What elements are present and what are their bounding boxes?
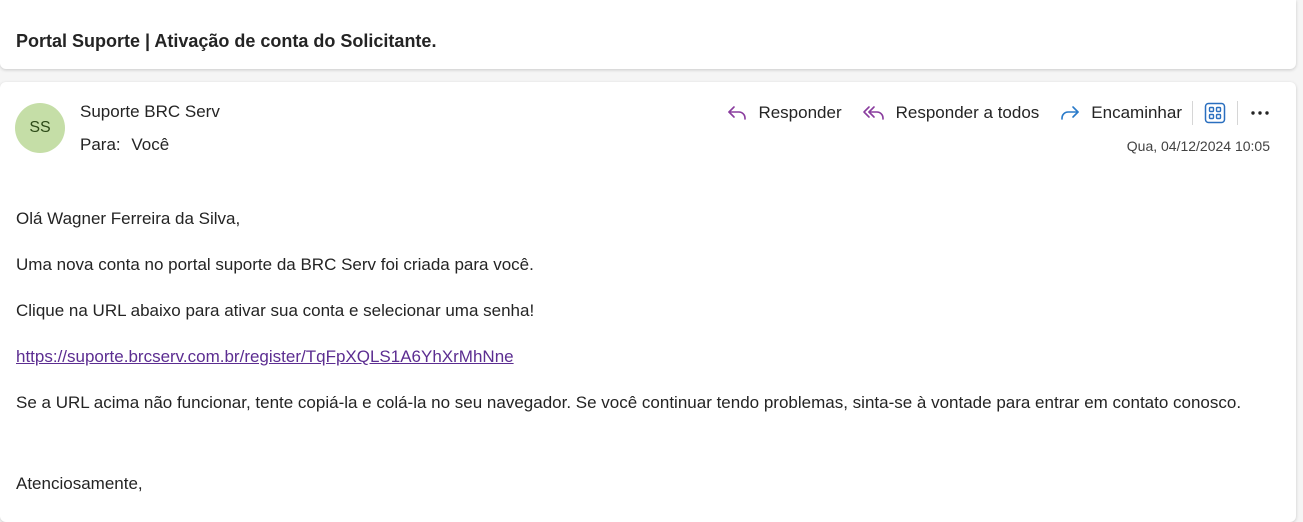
reply-label: Responder <box>758 103 842 122</box>
apps-button[interactable] <box>1203 99 1227 127</box>
body-line-2: Clique na URL abaixo para ativar sua con… <box>16 301 535 320</box>
reply-all-icon <box>862 106 884 120</box>
closing-text: Atenciosamente, <box>16 474 143 493</box>
to-label: Para: <box>80 135 121 154</box>
recipient-name[interactable]: Você <box>131 135 169 154</box>
forward-button[interactable]: Encaminhar <box>1059 103 1182 123</box>
email-subject: Portal Suporte | Ativação de conta do So… <box>16 31 437 51</box>
apps-icon <box>1204 102 1226 124</box>
avatar-initials: SS <box>29 119 51 136</box>
body-line-3: Se a URL acima não funcionar, tente copi… <box>16 393 1242 412</box>
greeting-text: Olá Wagner Ferreira da Silva, <box>16 209 241 228</box>
toolbar-divider-2 <box>1237 101 1238 125</box>
subject-bar: Portal Suporte | Ativação de conta do So… <box>0 0 1296 69</box>
reply-button[interactable]: Responder <box>726 103 842 123</box>
toolbar-divider <box>1192 101 1193 125</box>
reply-all-button[interactable]: Responder a todos <box>862 103 1040 123</box>
avatar[interactable]: SS <box>15 103 65 153</box>
forward-icon <box>1061 106 1080 120</box>
body-line-1: Uma nova conta no portal suporte da BRC … <box>16 255 534 274</box>
more-icon <box>1251 111 1269 115</box>
more-options-button[interactable] <box>1248 99 1272 127</box>
reply-all-label: Responder a todos <box>895 103 1040 122</box>
message-actions: Responder Responder a todos Encaminhar <box>706 99 1272 127</box>
sender-name[interactable]: Suporte BRC Serv <box>80 102 220 122</box>
activation-link[interactable]: https://suporte.brcserv.com.br/register/… <box>16 347 514 366</box>
received-date: Qua, 04/12/2024 10:05 <box>1126 138 1270 154</box>
forward-label: Encaminhar <box>1091 103 1182 122</box>
reply-icon <box>728 106 747 120</box>
message-card: SS Suporte BRC Serv Para: Você Responder… <box>0 82 1296 522</box>
recipient-line: Para: Você <box>80 135 169 155</box>
